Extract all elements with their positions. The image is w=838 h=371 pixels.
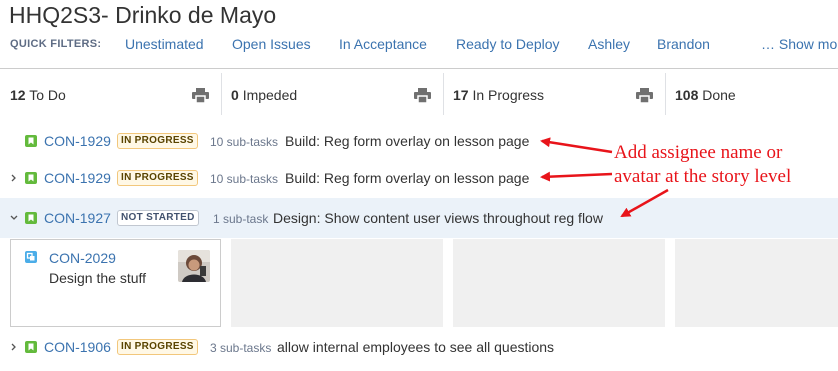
status-badge: IN PROGRESS [117,339,198,355]
filter-ready-to-deploy[interactable]: Ready to Deploy [456,36,560,52]
status-badge: NOT STARTED [117,210,199,226]
column-header-impeded: 0 Impeded [231,87,297,105]
column-name: In Progress [472,87,545,103]
column-header-done: 108 Done [675,87,736,105]
column-separator [221,73,222,115]
show-more-filters-link[interactable]: … Show mo [761,36,837,52]
filter-open-issues[interactable]: Open Issues [232,36,311,52]
card-summary: Design the stuff [49,270,147,286]
chevron-right-icon[interactable] [9,330,19,364]
quick-filters-label: QUICK FILTERS: [10,38,102,50]
column-count: 17 [453,87,469,103]
status-badge: IN PROGRESS [117,170,198,186]
subtask-icon [25,251,37,263]
column-header-to-do: 12 To Do [10,87,66,105]
print-icon[interactable] [414,88,431,103]
subtask-count: 3 sub-tasks [210,341,272,355]
column-header-in-progress: 17 In Progress [453,87,544,105]
annotation-line-1: Add assignee name or [614,142,783,163]
card-issue-key-link[interactable]: CON-2029 [49,250,116,266]
board-title: HHQ2S3- Drinko de Mayo [9,2,277,28]
issue-key-link[interactable]: CON-1929 [44,170,111,186]
column-separator [443,73,444,115]
filter-unestimated[interactable]: Unestimated [125,36,204,52]
swimlane-con-1906[interactable]: CON-1906 IN PROGRESS 3 sub-tasks allow i… [0,330,838,364]
column-name: Done [702,87,736,103]
avatar[interactable] [178,250,210,282]
column-separator [665,73,666,115]
subtask-count: 10 sub-tasks [210,172,279,186]
chevron-down-icon[interactable] [9,198,19,238]
column-count: 108 [675,87,699,103]
story-summary: Design: Show content user views througho… [273,210,603,226]
column-count: 12 [10,87,26,103]
header-divider [0,68,838,69]
issue-key-link[interactable]: CON-1929 [44,133,111,149]
story-summary: Build: Reg form overlay on lesson page [285,133,530,149]
filter-in-acceptance[interactable]: In Acceptance [339,36,427,52]
print-icon[interactable] [192,88,209,103]
swimlane-con-1927[interactable]: CON-1927 NOT STARTED 1 sub-task Design: … [0,198,838,238]
column-name: Impeded [242,87,298,103]
subtask-count: 1 sub-task [213,212,269,226]
story-summary: allow internal employees to see all ques… [277,339,555,355]
filter-ashley[interactable]: Ashley [588,36,630,52]
issue-key-link[interactable]: CON-1906 [44,339,111,355]
issue-key-link[interactable]: CON-1927 [44,210,111,226]
story-icon [25,341,37,353]
subtask-count: 10 sub-tasks [210,135,279,149]
column-cell-impeded [231,239,443,327]
annotation-line-2: avatar at the story level [614,166,792,187]
status-badge: IN PROGRESS [117,133,198,149]
filter-brandon[interactable]: Brandon [657,36,710,52]
story-icon [25,172,37,184]
story-icon [25,212,37,224]
story-icon [25,135,37,147]
story-summary: Build: Reg form overlay on lesson page [285,170,530,186]
column-cell-in-progress [453,239,665,327]
column-count: 0 [231,87,239,103]
issue-card[interactable]: CON-2029 Design the stuff [10,239,221,327]
column-name: To Do [29,87,66,103]
column-cell-done [675,239,838,327]
chevron-right-icon[interactable] [9,161,19,195]
print-icon[interactable] [636,88,653,103]
